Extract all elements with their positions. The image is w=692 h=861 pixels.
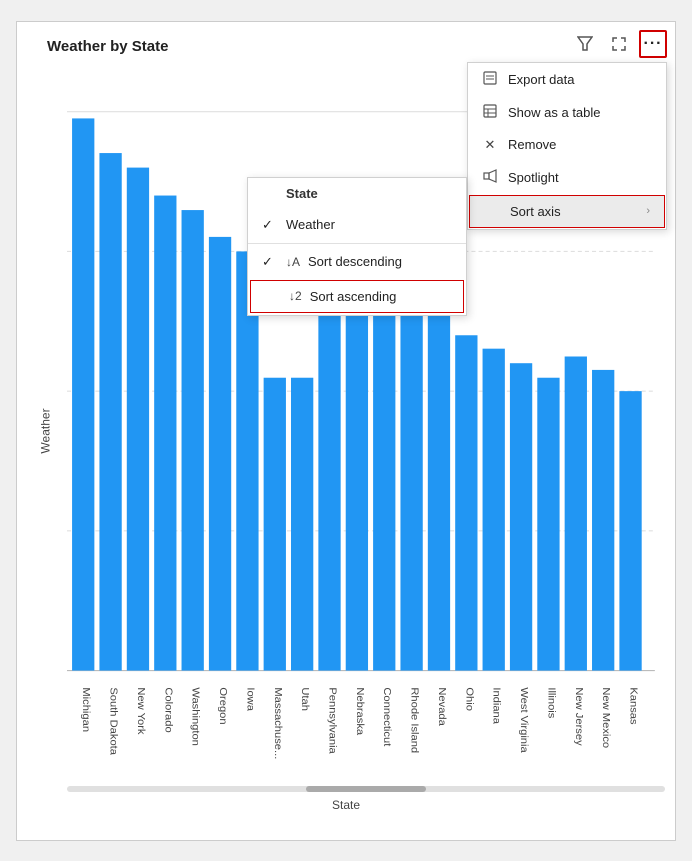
svg-text:Washington: Washington <box>190 687 201 746</box>
bar-michigan <box>72 118 94 670</box>
weather-check: ✓ <box>262 217 278 233</box>
y-axis-label: Weather <box>39 408 53 453</box>
svg-text:Connecticut: Connecticut <box>381 687 392 746</box>
context-menu: Export data Show as a table ✕ Remove Spo… <box>467 62 667 230</box>
bar-west-virginia <box>510 363 532 670</box>
scrollbar-track[interactable] <box>67 786 665 792</box>
svg-text:Ohio: Ohio <box>463 687 474 711</box>
table-icon <box>482 104 498 121</box>
submenu-item-weather-label: Weather <box>286 217 335 232</box>
svg-text:South Dakota: South Dakota <box>108 687 119 755</box>
bar-massachusetts <box>264 377 286 670</box>
sort-asc-icon: ↓2 <box>289 289 302 303</box>
bar-utah <box>291 377 313 670</box>
submenu-item-sort-desc[interactable]: ✓ ↓A Sort descending <box>248 246 466 278</box>
bar-pennsylvania <box>318 264 340 670</box>
svg-text:New York: New York <box>135 687 146 735</box>
submenu-item-state[interactable]: State <box>248 178 466 209</box>
x-axis-label: State <box>332 798 360 812</box>
menu-item-table[interactable]: Show as a table <box>468 96 666 129</box>
menu-item-sort-axis-label: Sort axis <box>510 204 561 219</box>
sort-desc-icon: ↓A <box>286 255 300 269</box>
chart-container: ··· Weather by State Weather 40 30 20 10… <box>16 21 676 841</box>
bar-rhode-island <box>400 307 422 670</box>
bar-kansas <box>619 391 641 670</box>
remove-icon: ✕ <box>482 137 498 153</box>
more-icon: ··· <box>644 35 663 53</box>
bar-new-jersey <box>565 356 587 670</box>
bar-washington <box>182 210 204 671</box>
menu-item-spotlight[interactable]: Spotlight <box>468 161 666 194</box>
bar-nebraska <box>346 279 368 670</box>
menu-item-spotlight-label: Spotlight <box>508 170 559 185</box>
bar-connecticut <box>373 293 395 670</box>
menu-item-export-label: Export data <box>508 72 575 87</box>
expand-icon[interactable] <box>605 30 633 58</box>
filter-icon[interactable] <box>571 30 599 58</box>
svg-text:Illinois: Illinois <box>546 687 557 718</box>
svg-text:Oregon: Oregon <box>217 687 228 724</box>
sort-axis-submenu: State ✓ Weather ✓ ↓A Sort descending ↓2 … <box>247 177 467 316</box>
svg-text:New Mexico: New Mexico <box>600 687 611 748</box>
svg-text:West Virginia: West Virginia <box>518 687 529 752</box>
bar-illinois <box>537 377 559 670</box>
menu-item-remove[interactable]: ✕ Remove <box>468 129 666 161</box>
chart-title: Weather by State <box>47 38 168 55</box>
submenu-item-state-label: State <box>286 186 318 201</box>
svg-text:New Jersey: New Jersey <box>573 687 584 746</box>
bar-nevada <box>428 314 450 671</box>
svg-text:Pennsylvania: Pennsylvania <box>327 687 338 753</box>
bar-oregon <box>209 236 231 670</box>
menu-item-table-label: Show as a table <box>508 105 601 120</box>
menu-item-export[interactable]: Export data <box>468 63 666 96</box>
bar-ohio <box>455 335 477 670</box>
bar-new-mexico <box>592 369 614 670</box>
spotlight-icon <box>482 169 498 186</box>
submenu-arrow-icon: › <box>646 205 650 217</box>
svg-text:Nevada: Nevada <box>436 687 447 726</box>
svg-text:Indiana: Indiana <box>491 687 502 724</box>
bar-new-york <box>127 167 149 670</box>
svg-text:Iowa: Iowa <box>245 687 256 711</box>
submenu-divider <box>248 243 466 244</box>
svg-text:Kansas: Kansas <box>628 687 639 724</box>
svg-text:Rhode Island: Rhode Island <box>409 687 420 753</box>
svg-text:Colorado: Colorado <box>162 687 173 732</box>
scrollbar-thumb[interactable] <box>306 786 426 792</box>
submenu-item-sort-asc[interactable]: ↓2 Sort ascending <box>250 280 464 313</box>
toolbar: ··· <box>571 30 667 58</box>
bar-indiana <box>483 348 505 670</box>
submenu-item-weather[interactable]: ✓ Weather <box>248 209 466 241</box>
svg-text:Michigan: Michigan <box>80 687 91 732</box>
svg-text:Massachuse...: Massachuse... <box>272 687 283 759</box>
sort-desc-check: ✓ <box>262 254 278 270</box>
menu-item-remove-label: Remove <box>508 137 556 152</box>
bar-south-dakota <box>99 153 121 671</box>
menu-item-sort-axis[interactable]: Sort axis › <box>469 195 665 228</box>
bar-colorado <box>154 195 176 670</box>
svg-text:Nebraska: Nebraska <box>354 687 365 735</box>
svg-text:Utah: Utah <box>299 687 310 711</box>
export-icon <box>482 71 498 88</box>
submenu-item-sort-desc-label: Sort descending <box>308 254 402 269</box>
submenu-item-sort-asc-label: Sort ascending <box>310 289 397 304</box>
more-options-button[interactable]: ··· <box>639 30 667 58</box>
